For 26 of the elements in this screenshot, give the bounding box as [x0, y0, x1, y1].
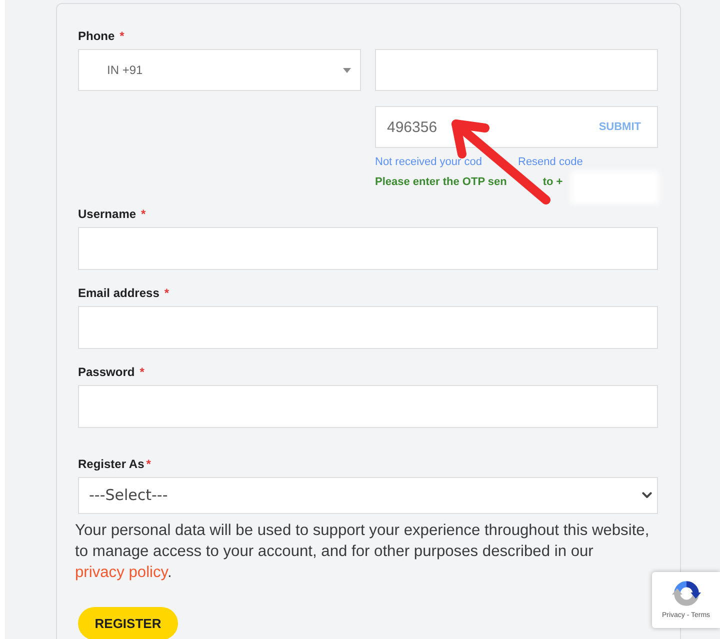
register-button[interactable]: REGISTER — [78, 607, 178, 639]
input-field[interactable] — [78, 306, 658, 349]
circular-arrows-icon — [672, 579, 700, 608]
input-field[interactable] — [78, 227, 658, 270]
required-asterisk: * — [141, 206, 146, 222]
otp-status-message: to + — [542, 175, 563, 189]
required-asterisk: * — [120, 28, 124, 44]
otp-status-message: Please enter the OTP sen — [375, 175, 507, 189]
required-asterisk: * — [146, 456, 151, 472]
resend-code-link[interactable]: Resend code — [518, 155, 583, 169]
field-label: Register As — [78, 456, 144, 472]
register-as-select[interactable]: ---Select--- — [78, 477, 658, 514]
field-label: Password — [78, 364, 135, 380]
chevron-down-icon — [642, 492, 652, 499]
field-label: Phone — [78, 28, 115, 44]
required-asterisk: * — [164, 285, 170, 301]
input-field[interactable] — [375, 49, 658, 91]
resend-code-prompt: Not received your cod — [375, 155, 482, 169]
privacy-policy-link[interactable]: privacy policy — [75, 564, 168, 581]
caret-down-icon — [343, 68, 351, 72]
country-select[interactable]: IN +91 — [78, 49, 361, 91]
field-label: Email address — [78, 285, 160, 301]
privacy-notice: Your personal data will be used to support your experience throughout this website, to manage access to your account, and for other purposes described in our privacy policy. — [75, 521, 650, 583]
input-field[interactable] — [78, 385, 658, 428]
required-asterisk: * — [140, 364, 144, 380]
field-label: Username — [78, 206, 136, 222]
